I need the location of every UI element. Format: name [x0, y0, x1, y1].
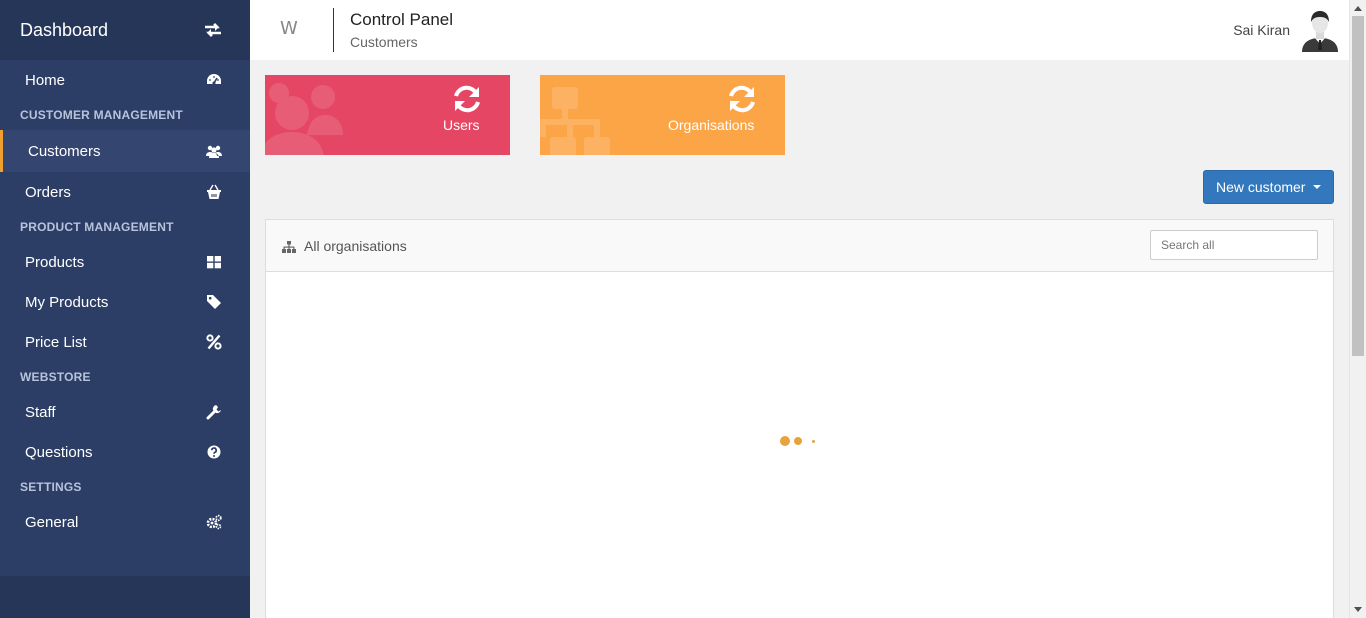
- sidebar-item-label: Staff: [25, 403, 56, 421]
- logo[interactable]: W: [280, 18, 298, 39]
- sidebar: Dashboard Home CUSTOMER MANAGEMENT Custo…: [0, 0, 250, 618]
- sitemap-icon: [282, 240, 296, 253]
- organisations-panel: All organisations: [265, 219, 1334, 618]
- refresh-icon: [450, 84, 484, 114]
- sidebar-item-home[interactable]: Home: [0, 60, 250, 100]
- sidebar-item-label: Products: [25, 253, 85, 271]
- sidebar-item-label: My Products: [25, 293, 109, 311]
- section-product-management: PRODUCT MANAGEMENT: [20, 220, 174, 234]
- section-webstore: WEBSTORE: [20, 370, 91, 384]
- top-bar: W Control Panel Customers Sai Kiran: [250, 0, 1350, 60]
- organisations-tile[interactable]: Organisations: [540, 75, 785, 155]
- sidebar-item-price-list[interactable]: Price List: [0, 322, 250, 362]
- section-settings: SETTINGS: [20, 480, 82, 494]
- loader-dot: [780, 436, 790, 446]
- section-customer-management: CUSTOMER MANAGEMENT: [20, 108, 183, 122]
- basket-icon: [206, 184, 222, 200]
- users-tile[interactable]: Users: [265, 75, 510, 155]
- refresh-icon: [725, 84, 759, 114]
- page-title: Control Panel: [350, 10, 454, 29]
- scroll-down-icon[interactable]: [1354, 607, 1362, 612]
- breadcrumb: Customers: [350, 34, 418, 50]
- scrollbar[interactable]: [1349, 0, 1366, 618]
- caret-down-icon: [1313, 185, 1322, 189]
- panel-title: All organisations: [304, 238, 407, 254]
- users-bg-icon: [265, 83, 343, 155]
- dashboard-gauge-icon: [206, 72, 222, 88]
- sidebar-item-label: Customers: [28, 142, 101, 160]
- cogs-icon: [206, 514, 222, 530]
- users-tile-label: Users: [443, 117, 480, 133]
- scroll-up-icon[interactable]: [1354, 6, 1362, 11]
- loading-spinner: [780, 436, 815, 446]
- sidebar-item-products[interactable]: Products: [0, 242, 250, 282]
- sidebar-footer: [0, 576, 250, 618]
- sidebar-header: Dashboard: [0, 0, 250, 60]
- loader-dot: [812, 439, 815, 443]
- sidebar-item-my-products[interactable]: My Products: [0, 282, 250, 322]
- avatar[interactable]: [1300, 8, 1340, 52]
- users-icon: [206, 143, 222, 159]
- panel-header: All organisations: [266, 220, 1333, 272]
- sitemap-bg-icon: [540, 87, 610, 155]
- divider: [333, 8, 334, 52]
- sidebar-title[interactable]: Dashboard: [20, 20, 108, 41]
- new-customer-label: New customer: [1216, 179, 1306, 195]
- swap-arrows-icon[interactable]: [204, 22, 222, 38]
- sidebar-item-orders[interactable]: Orders: [0, 172, 250, 212]
- tag-icon: [206, 294, 222, 310]
- sidebar-item-label: Home: [25, 71, 66, 89]
- user-name[interactable]: Sai Kiran: [1233, 22, 1290, 38]
- sidebar-item-label: Questions: [25, 443, 93, 461]
- loader-dot: [794, 437, 802, 445]
- organisations-tile-label: Organisations: [668, 117, 755, 133]
- new-customer-button[interactable]: New customer: [1203, 170, 1334, 204]
- grid-icon: [206, 254, 222, 270]
- wrench-icon: [206, 404, 222, 420]
- question-circle-icon: [206, 444, 222, 460]
- sidebar-item-general[interactable]: General: [0, 502, 250, 542]
- search-input[interactable]: [1150, 230, 1318, 260]
- sidebar-item-label: Price List: [25, 333, 87, 351]
- percent-icon: [206, 334, 222, 350]
- sidebar-item-questions[interactable]: Questions: [0, 432, 250, 472]
- sidebar-item-customers[interactable]: Customers: [0, 130, 250, 172]
- sidebar-item-label: General: [25, 513, 79, 531]
- sidebar-item-staff[interactable]: Staff: [0, 392, 250, 432]
- sidebar-item-label: Orders: [25, 183, 71, 201]
- scroll-thumb[interactable]: [1352, 16, 1364, 356]
